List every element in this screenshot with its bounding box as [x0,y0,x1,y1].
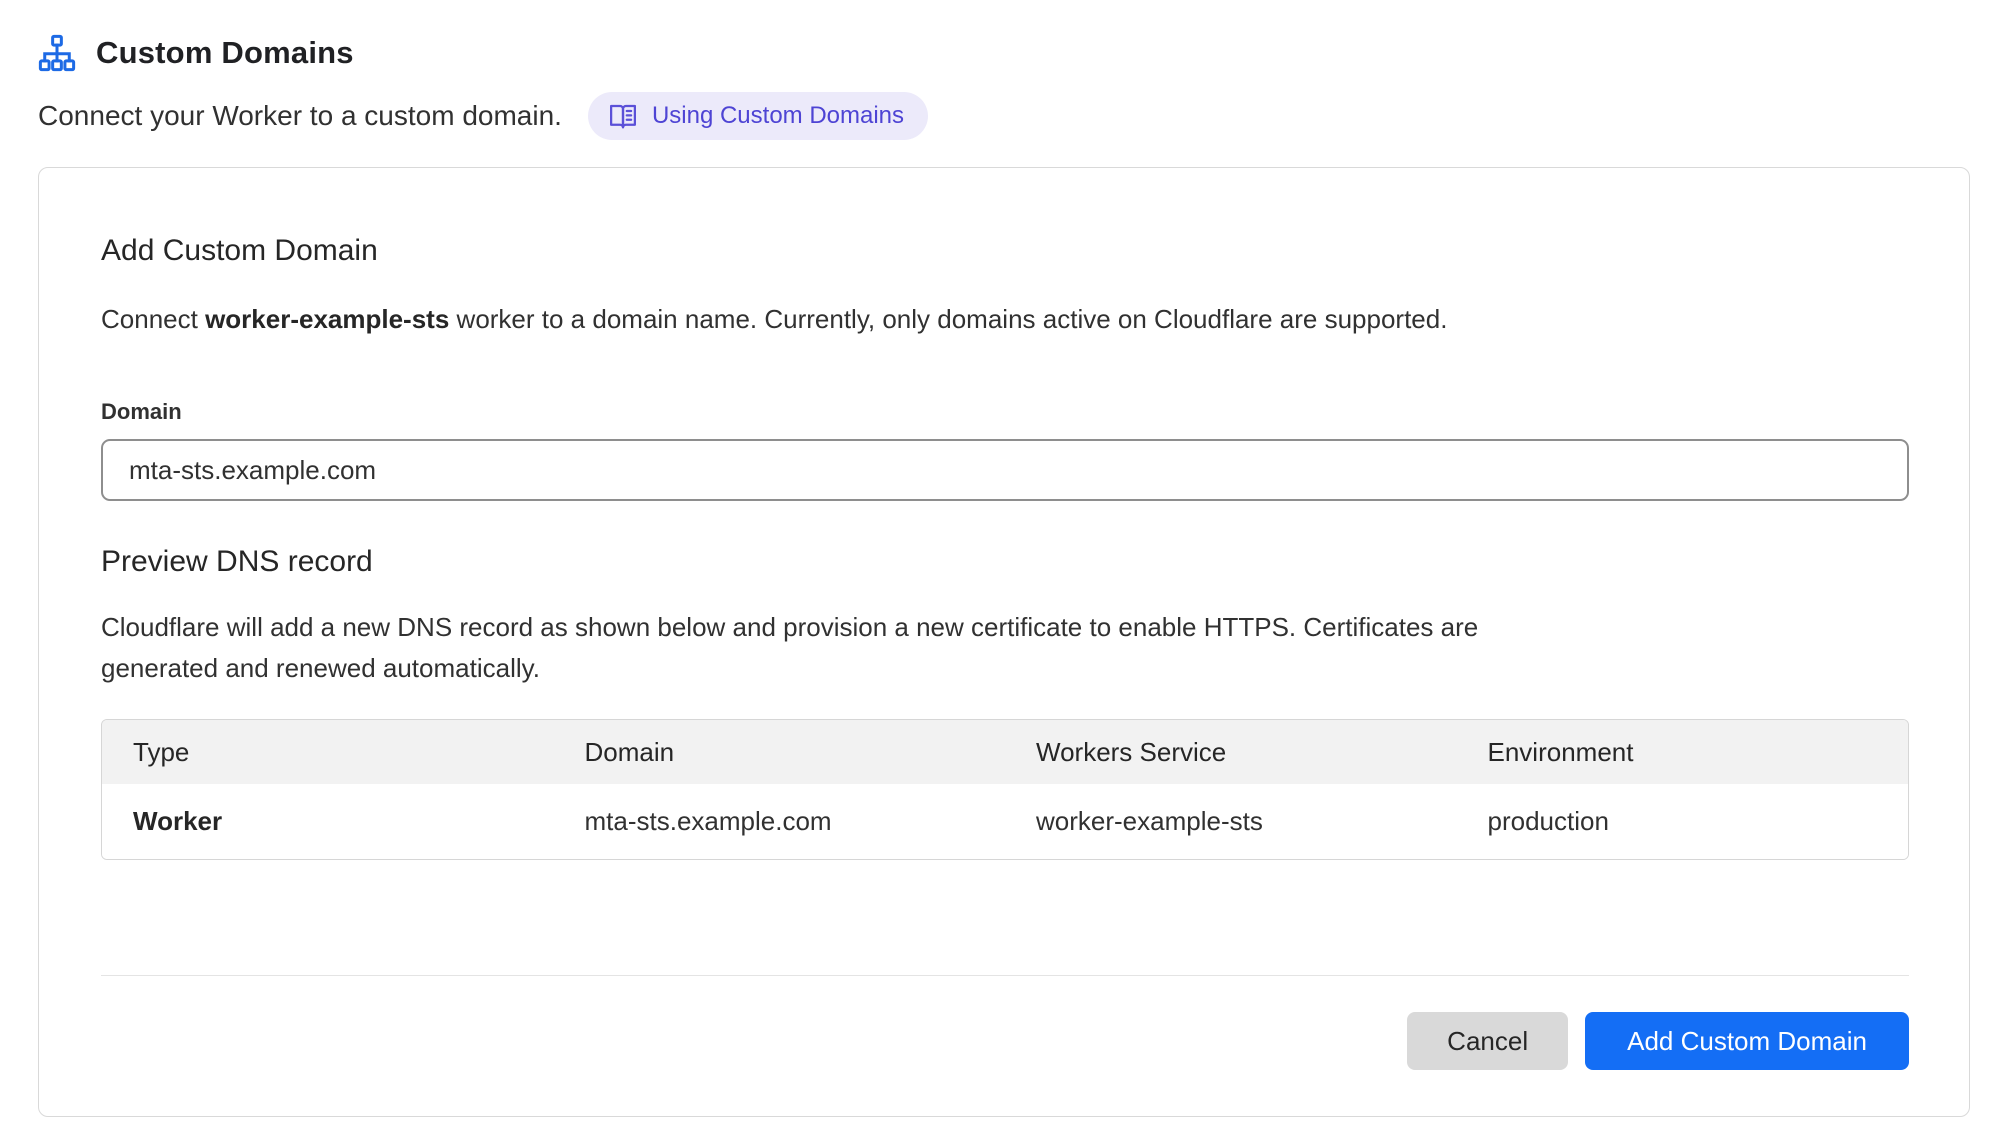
sitemap-icon [38,34,76,72]
table-header-domain: Domain [554,720,1006,784]
add-custom-domain-button[interactable]: Add Custom Domain [1585,1012,1909,1070]
page-title: Custom Domains [96,35,354,71]
dns-preview-table: Type Domain Workers Service Environment … [101,719,1909,860]
table-header-type: Type [102,720,554,784]
intro-prefix: Connect [101,304,205,334]
card-heading: Add Custom Domain [101,234,1909,268]
page-subtitle: Connect your Worker to a custom domain. [38,100,562,132]
intro-worker-name: worker-example-sts [205,304,449,334]
custom-domains-page: Custom Domains Connect your Worker to a … [0,0,1999,1117]
docs-badge-label: Using Custom Domains [652,102,904,130]
cell-environment: production [1457,784,1909,859]
docs-link-using-custom-domains[interactable]: Using Custom Domains [588,92,928,140]
intro-suffix: worker to a domain name. Currently, only… [449,304,1447,334]
cell-type: Worker [102,784,554,859]
cell-domain: mta-sts.example.com [554,784,1006,859]
table-header-row: Type Domain Workers Service Environment [102,720,1908,784]
domain-input[interactable] [101,439,1909,501]
page-header: Custom Domains [38,34,1970,72]
footer-divider [101,975,1909,976]
table-header-workers-service: Workers Service [1005,720,1457,784]
open-book-icon [608,101,638,131]
cell-workers-service: worker-example-sts [1005,784,1457,859]
card-intro: Connect worker-example-sts worker to a d… [101,304,1909,335]
cancel-button[interactable]: Cancel [1407,1012,1568,1070]
subtitle-row: Connect your Worker to a custom domain. … [38,92,1970,140]
add-custom-domain-card: Add Custom Domain Connect worker-example… [38,167,1970,1117]
preview-dns-description: Cloudflare will add a new DNS record as … [101,607,1571,689]
actions-row: Cancel Add Custom Domain [101,1012,1909,1070]
table-header-environment: Environment [1457,720,1909,784]
table-row: Worker mta-sts.example.com worker-exampl… [102,784,1908,859]
domain-field-label: Domain [101,399,1909,425]
preview-dns-heading: Preview DNS record [101,545,1909,579]
